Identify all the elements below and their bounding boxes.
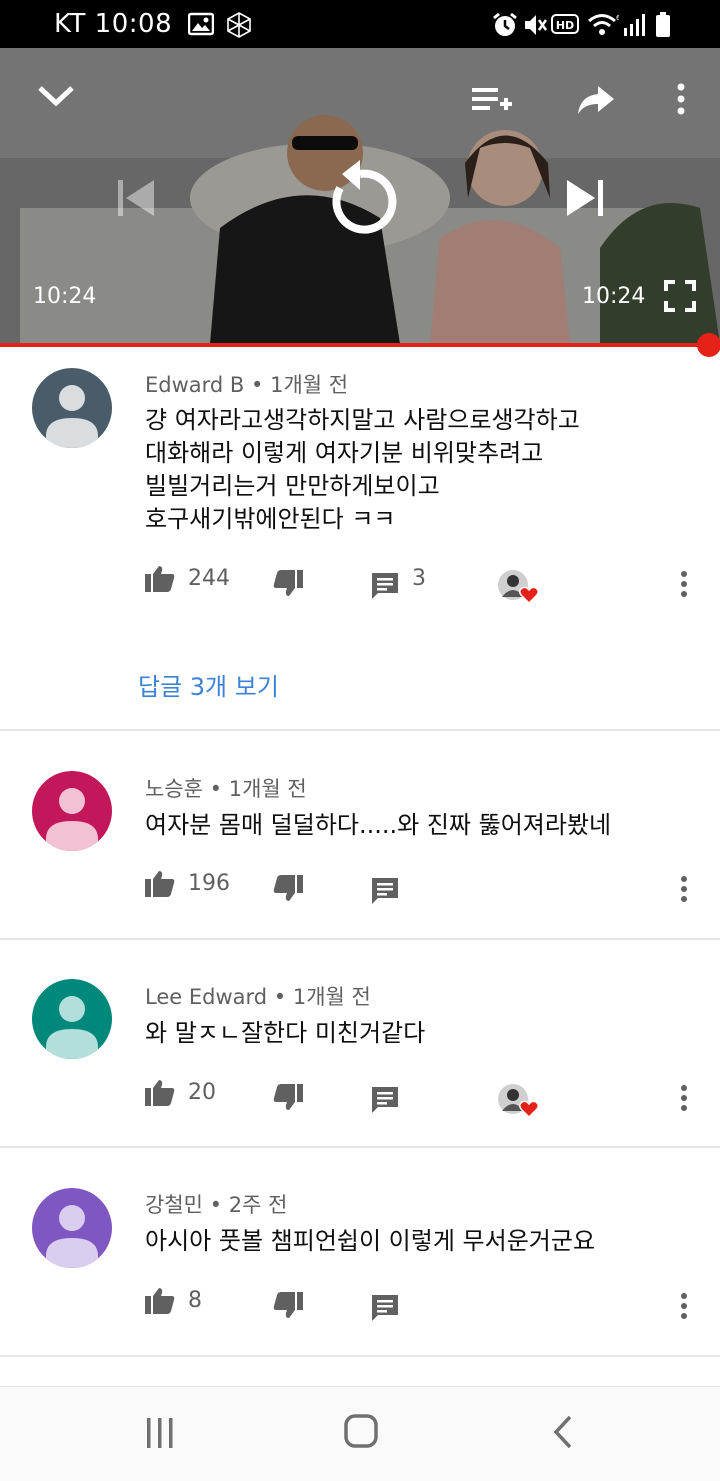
svg-text:6: 6 bbox=[616, 14, 619, 22]
comment-actions: 196 bbox=[145, 869, 705, 909]
thumb-up-icon[interactable] bbox=[145, 564, 175, 596]
thumb-down-icon[interactable] bbox=[273, 1084, 303, 1116]
total-time: 10:24 bbox=[582, 284, 646, 309]
previous-icon[interactable] bbox=[116, 178, 158, 222]
view-replies-link[interactable]: 답글 3개 보기 bbox=[138, 667, 279, 702]
thumb-up-icon[interactable] bbox=[145, 869, 175, 901]
comment-actions: 244 3 bbox=[145, 564, 705, 605]
comment-text: 아시아 풋볼 챔피언쉽이 이렇게 무서운거군요 bbox=[145, 1227, 596, 1255]
comment-time: 2주 전 bbox=[228, 1193, 288, 1217]
comment-meta: 노승훈 • 1개월 전 bbox=[145, 777, 307, 801]
avatar[interactable] bbox=[32, 771, 112, 851]
more-icon[interactable] bbox=[679, 875, 689, 907]
avatar[interactable] bbox=[32, 979, 112, 1059]
more-icon[interactable] bbox=[679, 1292, 689, 1324]
divider bbox=[0, 1355, 720, 1357]
app-icon bbox=[226, 12, 252, 42]
next-icon[interactable] bbox=[565, 178, 607, 222]
hd-icon: HD bbox=[551, 12, 579, 40]
current-time: 10:24 bbox=[33, 284, 97, 309]
thumb-up-icon[interactable] bbox=[145, 1286, 175, 1318]
like-count: 196 bbox=[188, 871, 230, 896]
avatar[interactable] bbox=[32, 1188, 112, 1268]
comment-text: 여자분 몸매 덜덜하다.....와 진짜 뚫어져라봤네 bbox=[145, 811, 612, 839]
comment-text: 와 말ㅈㄴ잘한다 미친거같다 bbox=[145, 1019, 426, 1047]
creator-heart-icon bbox=[497, 1083, 541, 1123]
reply-icon[interactable] bbox=[371, 1294, 399, 1326]
like-count: 244 bbox=[188, 566, 230, 591]
creator-heart-icon bbox=[497, 569, 541, 609]
comment-author[interactable]: 노승훈 bbox=[145, 777, 203, 801]
reply-icon[interactable] bbox=[371, 877, 399, 909]
reply-icon[interactable] bbox=[371, 572, 399, 604]
thumb-up-icon[interactable] bbox=[145, 1078, 175, 1110]
reply-count: 3 bbox=[412, 566, 426, 591]
svg-text:HD: HD bbox=[556, 19, 574, 32]
comment-item: 노승훈 • 1개월 전 여자분 몸매 덜덜하다.....와 진짜 뚫어져라봤네 … bbox=[0, 731, 720, 938]
comment-item: 강철민 • 2주 전 아시아 풋볼 챔피언쉽이 이렇게 무서운거군요 8 bbox=[0, 1148, 720, 1355]
like-count: 8 bbox=[188, 1288, 202, 1313]
comment-time: 1개월 전 bbox=[228, 777, 307, 801]
fullscreen-icon[interactable] bbox=[664, 280, 696, 316]
signal-icon bbox=[622, 12, 648, 42]
mute-icon bbox=[522, 12, 548, 42]
comment-item: Lee Edward • 1개월 전 와 말ㅈㄴ잘한다 미친거같다 20 bbox=[0, 940, 720, 1147]
share-icon[interactable] bbox=[576, 82, 616, 122]
collapse-icon[interactable] bbox=[36, 80, 76, 114]
back-icon[interactable] bbox=[552, 1415, 574, 1453]
comment-meta: Edward B • 1개월 전 bbox=[145, 373, 349, 397]
reply-icon[interactable] bbox=[371, 1086, 399, 1118]
comment-author[interactable]: 강철민 bbox=[145, 1193, 203, 1217]
replay-icon[interactable] bbox=[318, 160, 402, 248]
comment-text: 걍 여자라고생각하지말고 사람으로생각하고 대화해라 이렇게 여자기분 비위맞추… bbox=[145, 406, 580, 533]
comment-actions: 20 bbox=[145, 1078, 705, 1119]
thumb-down-icon[interactable] bbox=[273, 875, 303, 907]
more-icon[interactable] bbox=[679, 1084, 689, 1116]
recents-icon[interactable] bbox=[145, 1417, 175, 1453]
thumb-down-icon[interactable] bbox=[273, 1292, 303, 1324]
home-icon[interactable] bbox=[343, 1413, 379, 1453]
comment-time: 1개월 전 bbox=[292, 985, 371, 1009]
add-to-playlist-icon[interactable] bbox=[470, 84, 514, 122]
more-icon[interactable] bbox=[679, 570, 689, 602]
battery-icon bbox=[655, 12, 671, 42]
gallery-icon bbox=[187, 12, 215, 40]
comment-item: Edward B • 1개월 전 걍 여자라고생각하지말고 사람으로생각하고 대… bbox=[0, 347, 720, 730]
status-bar: KT 10:08 HD 6 bbox=[0, 0, 720, 48]
comment-author[interactable]: Edward B bbox=[145, 373, 244, 397]
video-player[interactable]: 10:24 10:24 bbox=[0, 48, 720, 344]
more-icon[interactable] bbox=[674, 82, 688, 122]
status-clock: KT 10:08 bbox=[54, 9, 173, 39]
thumb-down-icon[interactable] bbox=[273, 570, 303, 602]
like-count: 20 bbox=[188, 1080, 216, 1105]
system-nav-bar bbox=[0, 1386, 720, 1481]
comment-time: 1개월 전 bbox=[270, 373, 349, 397]
comment-meta: Lee Edward • 1개월 전 bbox=[145, 985, 371, 1009]
alarm-icon bbox=[491, 12, 519, 42]
comment-meta: 강철민 • 2주 전 bbox=[145, 1193, 288, 1217]
wifi-icon: 6 bbox=[587, 12, 621, 42]
comment-author[interactable]: Lee Edward bbox=[145, 985, 267, 1009]
comment-actions: 8 bbox=[145, 1286, 705, 1326]
avatar[interactable] bbox=[32, 368, 112, 448]
